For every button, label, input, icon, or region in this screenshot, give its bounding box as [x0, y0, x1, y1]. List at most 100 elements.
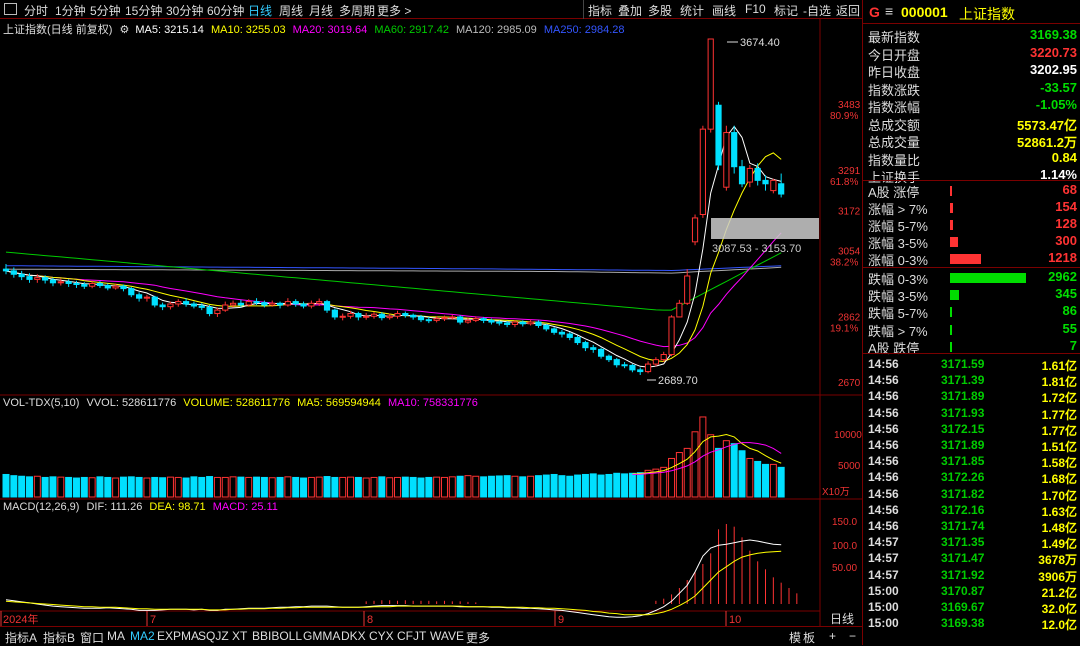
- candle-body: [167, 303, 174, 308]
- volume-bar: [96, 476, 104, 498]
- tick-volume: 32.0亿: [1041, 602, 1077, 616]
- zoom-in-button[interactable]: +: [829, 629, 836, 643]
- candle-body: [504, 322, 511, 325]
- tool-button[interactable]: 统计: [680, 2, 704, 19]
- volume-bar: [417, 477, 425, 498]
- kline-chart[interactable]: 3087.53 - 3153.70 3674.40 2689.70 348380…: [0, 19, 862, 626]
- breadth-row: 跌幅 0-3% 2962: [863, 269, 1080, 287]
- indicator-tab[interactable]: DKX: [341, 629, 366, 643]
- candle-body: [723, 132, 730, 188]
- tool-button[interactable]: 返回: [836, 2, 860, 19]
- candle-body: [417, 316, 425, 321]
- volume-bar: [503, 475, 511, 498]
- period-tab-active[interactable]: 日线: [248, 2, 272, 19]
- period-tab[interactable]: 周线: [279, 2, 303, 19]
- indicator-tab[interactable]: 指标A: [5, 629, 37, 646]
- indicator-tab[interactable]: WAVE: [430, 629, 464, 643]
- indicator-tab-active[interactable]: MA2: [130, 629, 155, 643]
- breadth-value: 55: [1062, 320, 1077, 336]
- period-tab[interactable]: 分时: [24, 2, 48, 19]
- tick-time: 14:57: [868, 535, 899, 550]
- quote-row: 最新指数 3169.38: [863, 27, 1080, 45]
- pct-axis-label: 80.9%: [830, 111, 858, 122]
- period-tab[interactable]: 1分钟: [55, 2, 86, 19]
- volume-bar: [433, 476, 441, 498]
- g-badge[interactable]: G: [869, 4, 880, 20]
- template-label[interactable]: 模: [789, 629, 801, 646]
- candle-body: [143, 296, 151, 299]
- candle-body: [96, 282, 104, 287]
- candle-body: [394, 313, 401, 317]
- template-label[interactable]: 板: [803, 629, 815, 646]
- indicator-tab[interactable]: CFJT: [397, 629, 426, 643]
- legend-gear-icon[interactable]: ⚙: [119, 24, 129, 36]
- high-label: 3674.40: [740, 37, 780, 49]
- tool-button[interactable]: 多股: [648, 2, 672, 19]
- quote-row: 今日开盘 3220.73: [863, 45, 1080, 63]
- tick-time: 14:56: [868, 470, 899, 485]
- date-label: 9: [558, 614, 564, 626]
- tick-volume: 3678万: [1038, 553, 1077, 568]
- volume-bar: [25, 476, 33, 498]
- indicator-tab[interactable]: 指标B: [43, 629, 75, 646]
- candle-body: [770, 179, 777, 192]
- pct-axis-label: 61.8%: [830, 177, 858, 188]
- volume-bar: [41, 476, 49, 498]
- indicator-tab[interactable]: SQJZ: [198, 629, 229, 643]
- period-tab[interactable]: 月线: [309, 2, 333, 19]
- volume-bar: [65, 476, 73, 498]
- indicator-tab[interactable]: 窗口: [80, 629, 104, 646]
- more-tab[interactable]: 更多: [466, 629, 490, 646]
- tool-button[interactable]: F10: [745, 2, 766, 16]
- breadth-value: 2962: [1048, 269, 1077, 284]
- tick-row: 14:57 3171.35 1.49亿: [863, 535, 1080, 551]
- candle-body: [621, 364, 628, 367]
- volume-bar: [495, 475, 503, 498]
- menu-icon[interactable]: ≡: [885, 3, 893, 19]
- candle-body: [566, 333, 573, 338]
- indicator-tab[interactable]: MA: [107, 629, 125, 643]
- period-tab[interactable]: 30分钟: [166, 2, 203, 19]
- period-tab[interactable]: 多周期: [339, 2, 375, 19]
- corner-label[interactable]: 日线: [830, 612, 854, 626]
- period-tab[interactable]: 60分钟: [207, 2, 244, 19]
- tick-time: 14:56: [868, 502, 899, 517]
- tool-button[interactable]: 指标: [588, 2, 612, 19]
- period-tab[interactable]: 更多 >: [377, 2, 411, 19]
- volume-bar: [534, 475, 542, 498]
- legend-ma10: MA10: 3255.03: [210, 24, 286, 36]
- period-tab[interactable]: 5分钟: [90, 2, 121, 19]
- legend-ma20: MA20: 3019.64: [292, 24, 368, 36]
- volume-bar: [229, 476, 237, 498]
- macd-axis-label: 50.00: [832, 563, 857, 574]
- indicator-tab[interactable]: BBIBOLL: [252, 629, 302, 643]
- tick-price: 3172.15: [941, 421, 985, 436]
- tool-button[interactable]: -自选: [803, 2, 831, 19]
- tick-row: 14:56 3171.39 1.81亿: [863, 373, 1080, 389]
- volume-bar: [628, 472, 636, 498]
- period-tab[interactable]: 15分钟: [125, 2, 162, 19]
- breadth-value: 300: [1055, 233, 1077, 248]
- candle-body: [425, 319, 432, 322]
- tool-button[interactable]: 叠加: [618, 2, 642, 19]
- zoom-out-button[interactable]: −: [849, 629, 856, 643]
- volume-bar: [566, 475, 574, 498]
- volume-bar: [542, 474, 550, 498]
- tool-button[interactable]: 标记: [774, 2, 798, 19]
- candle-body: [637, 369, 644, 373]
- breadth-bar: [950, 307, 952, 318]
- tick-time: 14:56: [868, 421, 899, 436]
- volume-bar: [104, 476, 112, 498]
- volume-bar: [683, 447, 691, 498]
- indicator-tab[interactable]: GMMA: [303, 629, 340, 643]
- volume-bar: [127, 476, 135, 498]
- breadth-bar: [950, 254, 982, 264]
- tick-row: 15:00 3170.87 21.2亿: [863, 584, 1080, 600]
- layout-icon[interactable]: [4, 3, 17, 15]
- candle-body: [605, 355, 613, 361]
- breadth-value: 86: [1062, 303, 1077, 319]
- indicator-tab[interactable]: XT: [232, 629, 247, 643]
- indicator-tab[interactable]: CYX: [369, 629, 394, 643]
- tool-button[interactable]: 画线: [712, 2, 736, 19]
- indicator-tab[interactable]: EXPMA: [157, 629, 199, 643]
